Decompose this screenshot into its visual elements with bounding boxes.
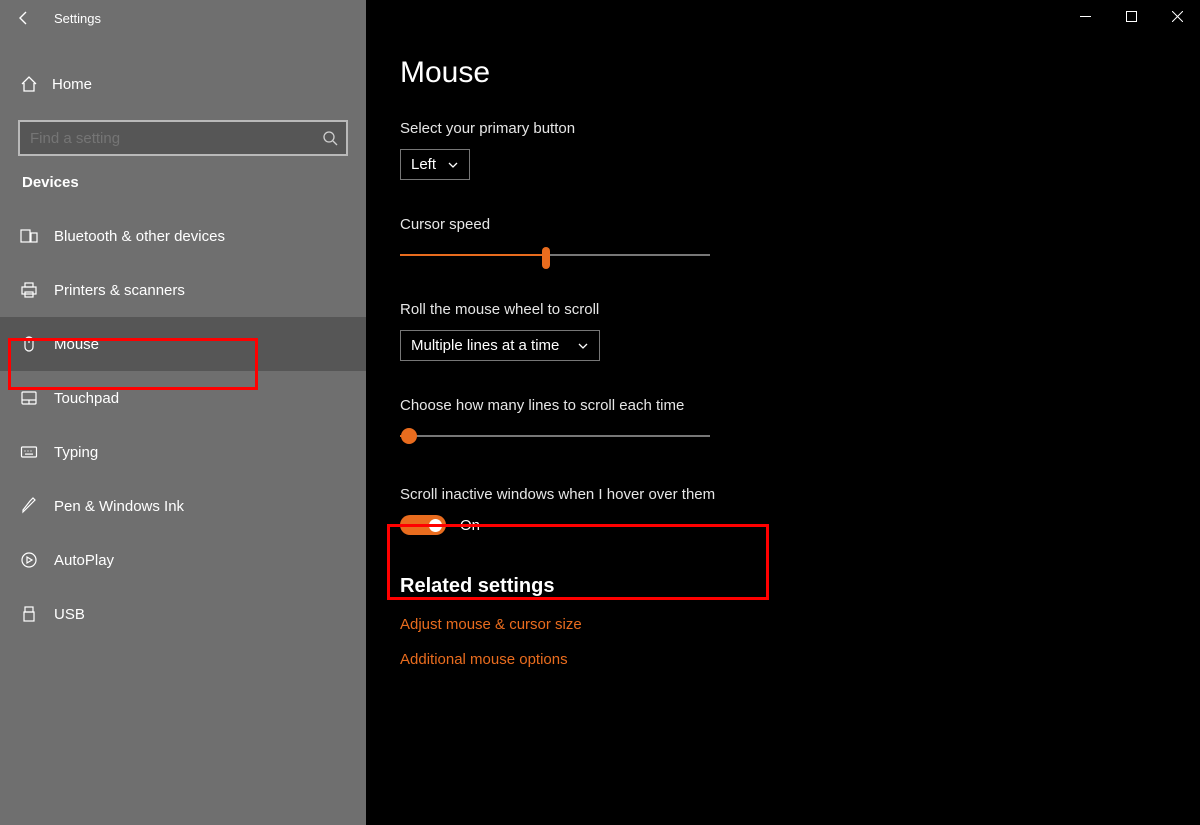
autoplay-icon [20, 551, 54, 569]
link-additional-mouse-options[interactable]: Additional mouse options [400, 651, 1200, 668]
page-title: Mouse [400, 56, 1200, 90]
related-settings-title: Related settings [400, 575, 1200, 598]
printer-icon [20, 281, 54, 299]
link-adjust-mouse-size[interactable]: Adjust mouse & cursor size [400, 616, 1200, 633]
sidebar-item-label: Printers & scanners [54, 282, 185, 299]
lines-label: Choose how many lines to scroll each tim… [400, 397, 1200, 414]
primary-button-label: Select your primary button [400, 120, 1200, 137]
toggle-knob [429, 519, 442, 532]
sidebar-item-label: Bluetooth & other devices [54, 228, 225, 245]
chevron-down-icon [577, 340, 589, 352]
search-icon [322, 130, 338, 146]
cursor-speed-slider[interactable] [400, 245, 710, 265]
sidebar-item-label: Typing [54, 444, 98, 461]
home-nav[interactable]: Home [0, 62, 366, 106]
scroll-mode-value: Multiple lines at a time [411, 337, 559, 354]
minimize-button[interactable] [1062, 0, 1108, 32]
sidebar-item-typing[interactable]: Typing [0, 425, 366, 479]
lines-slider[interactable] [400, 426, 710, 446]
pen-icon [20, 497, 54, 515]
sidebar-item-label: Touchpad [54, 390, 119, 407]
section-label: Devices [0, 174, 366, 191]
sidebar-item-usb[interactable]: USB [0, 587, 366, 641]
home-icon [20, 75, 52, 93]
window-title: Settings [54, 11, 101, 26]
sidebar-item-mouse[interactable]: Mouse [0, 317, 366, 371]
sidebar-item-label: AutoPlay [54, 552, 114, 569]
chevron-down-icon [447, 159, 459, 171]
inactive-scroll-label: Scroll inactive windows when I hover ove… [400, 486, 1200, 503]
keyboard-icon [20, 443, 54, 461]
close-button[interactable] [1154, 0, 1200, 32]
devices-icon [20, 227, 54, 245]
scroll-mode-label: Roll the mouse wheel to scroll [400, 301, 1200, 318]
sidebar: Home Devices Bluetooth & other devices P… [0, 0, 366, 825]
sidebar-item-label: Pen & Windows Ink [54, 498, 184, 515]
sidebar-item-bluetooth[interactable]: Bluetooth & other devices [0, 209, 366, 263]
inactive-scroll-toggle[interactable] [400, 515, 446, 535]
primary-button-value: Left [411, 156, 436, 173]
home-label: Home [52, 76, 92, 93]
touchpad-icon [20, 389, 54, 407]
primary-button-dropdown[interactable]: Left [400, 149, 470, 180]
sidebar-item-printers[interactable]: Printers & scanners [0, 263, 366, 317]
sidebar-item-label: Mouse [54, 336, 99, 353]
sidebar-item-label: USB [54, 606, 85, 623]
search-input[interactable] [18, 120, 348, 156]
sidebar-item-pen[interactable]: Pen & Windows Ink [0, 479, 366, 533]
mouse-icon [20, 335, 54, 353]
cursor-speed-label: Cursor speed [400, 216, 1200, 233]
back-button[interactable] [0, 0, 48, 36]
maximize-button[interactable] [1108, 0, 1154, 32]
sidebar-item-touchpad[interactable]: Touchpad [0, 371, 366, 425]
main-content: Mouse Select your primary button Left Cu… [366, 0, 1200, 825]
scroll-mode-dropdown[interactable]: Multiple lines at a time [400, 330, 600, 361]
usb-icon [20, 605, 54, 623]
inactive-scroll-value: On [460, 517, 480, 534]
sidebar-item-autoplay[interactable]: AutoPlay [0, 533, 366, 587]
